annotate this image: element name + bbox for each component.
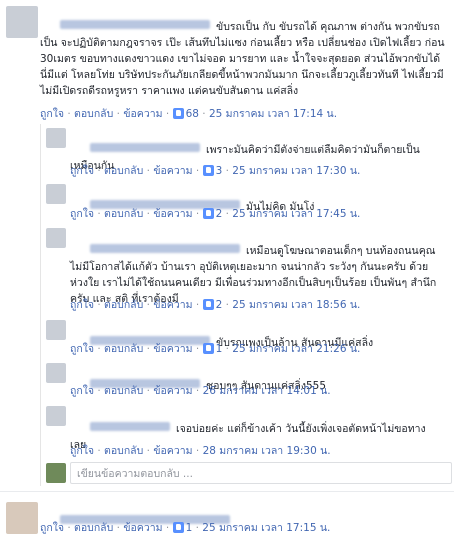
reply-link[interactable]: ตอบกลับ xyxy=(104,299,143,311)
divider xyxy=(0,491,454,492)
comment-text: ขับรถเป็น กับ ขับรถได้ คุณภาพ ต่างกัน พว… xyxy=(40,20,448,97)
like-link[interactable]: ถูกใจ xyxy=(70,299,94,311)
comment-actions: ถูกใจ · ตอบกลับ · ข้อความ · 3 · 25 มกราค… xyxy=(70,165,361,177)
edit-link[interactable]: ข้อความ xyxy=(123,108,162,120)
like-count[interactable]: 68 xyxy=(186,108,199,120)
avatar[interactable] xyxy=(46,320,66,340)
commenter-name[interactable] xyxy=(60,20,211,29)
comment-actions: ถูกใจ · ตอบกลับ · ข้อความ · 68 · 25 มกรา… xyxy=(40,108,338,120)
edit-link[interactable]: ข้อความ xyxy=(153,165,192,177)
comment-actions: ถูกใจ · ตอบกลับ · ข้อความ · 2 · 25 มกราค… xyxy=(70,208,361,220)
timestamp[interactable]: 25 มกราคม เวลา 18:56 น. xyxy=(232,299,360,311)
avatar[interactable] xyxy=(6,502,38,534)
like-icon xyxy=(202,165,214,176)
avatar[interactable] xyxy=(6,6,38,38)
commenter-name[interactable] xyxy=(90,422,171,431)
like-link[interactable]: ถูกใจ xyxy=(70,445,94,457)
timestamp[interactable]: 28 มกราคม เวลา 19:30 น. xyxy=(203,445,331,457)
timestamp[interactable]: 25 มกราคม เวลา 17:30 น. xyxy=(232,165,360,177)
like-count[interactable]: 2 xyxy=(216,299,223,311)
comment-text: เจอบ่อยค่ะ แต่ก็ข้างเค้า วันนี้ยังเพิ่งเ… xyxy=(70,422,426,451)
like-link[interactable]: ถูกใจ xyxy=(70,165,94,177)
like-count[interactable]: 2 xyxy=(216,208,223,220)
comment-item: ขับรถเป็น กับ ขับรถได้ คุณภาพ ต่างกัน พว… xyxy=(0,0,454,124)
like-count[interactable]: 1 xyxy=(186,522,193,534)
timestamp[interactable]: 26 มกราคม เวลา 14:01 น. xyxy=(203,385,331,397)
comment-actions: ถูกใจ · ตอบกลับ · ข้อความ · 1 · 25 มกราค… xyxy=(70,343,361,355)
avatar[interactable] xyxy=(46,184,66,204)
like-icon xyxy=(172,522,184,533)
reply-link[interactable]: ตอบกลับ xyxy=(104,208,143,220)
like-link[interactable]: ถูกใจ xyxy=(70,208,94,220)
reply-link[interactable]: ตอบกลับ xyxy=(74,522,113,534)
timestamp[interactable]: 25 มกราคม เวลา 17:15 น. xyxy=(202,522,330,534)
timestamp[interactable]: 25 มกราคม เวลา 17:45 น. xyxy=(232,208,360,220)
edit-link[interactable]: ข้อความ xyxy=(153,385,192,397)
timestamp[interactable]: 25 มกราคม เวลา 21:26 น. xyxy=(232,343,360,355)
edit-link[interactable]: ข้อความ xyxy=(153,343,192,355)
like-icon xyxy=(202,208,214,219)
commenter-name[interactable] xyxy=(90,143,201,152)
edit-link[interactable]: ข้อความ xyxy=(153,208,192,220)
comment-actions: ถูกใจ · ตอบกลับ · ข้อความ · 26 มกราคม เว… xyxy=(70,385,331,397)
like-link[interactable]: ถูกใจ xyxy=(70,343,94,355)
avatar[interactable] xyxy=(46,128,66,148)
edit-link[interactable]: ข้อความ xyxy=(153,445,192,457)
reply-link[interactable]: ตอบกลับ xyxy=(74,108,113,120)
like-link[interactable]: ถูกใจ xyxy=(70,385,94,397)
reply-link[interactable]: ตอบกลับ xyxy=(104,165,143,177)
like-icon xyxy=(202,299,214,310)
reply-item: เพราะมันคิดว่ามีตังจ่ายแต่ลืมคิดว่ามันก็… xyxy=(0,124,454,180)
timestamp[interactable]: 25 มกราคม เวลา 17:14 น. xyxy=(209,108,337,120)
reply-item: มันไม่คิด มันโง่ ถูกใจ · ตอบกลับ · ข้อคว… xyxy=(0,180,454,224)
avatar[interactable] xyxy=(46,406,66,426)
reply-item: ชอบๆๆ สันดานแค่สลิ่ง555 ถูกใจ · ตอบกลับ … xyxy=(0,360,454,402)
comment-actions: ถูกใจ · ตอบกลับ · ข้อความ · 1 · 25 มกราค… xyxy=(40,522,331,534)
avatar[interactable] xyxy=(46,228,66,248)
comment-actions: ถูกใจ · ตอบกลับ · ข้อความ · 28 มกราคม เว… xyxy=(70,445,331,457)
like-count[interactable]: 1 xyxy=(216,343,223,355)
reply-link[interactable]: ตอบกลับ xyxy=(104,385,143,397)
avatar[interactable] xyxy=(46,363,66,383)
reply-link[interactable]: ตอบกลับ xyxy=(104,343,143,355)
edit-link[interactable]: ข้อความ xyxy=(123,522,162,534)
reply-input[interactable]: เขียนข้อความตอบกลับ ... xyxy=(70,462,452,484)
like-link[interactable]: ถูกใจ xyxy=(40,522,64,534)
reply-link[interactable]: ตอบกลับ xyxy=(104,445,143,457)
reply-item: เจอบ่อยค่ะ แต่ก็ข้างเค้า วันนี้ยังเพิ่งเ… xyxy=(0,402,454,460)
comment-item: ถูกใจ · ตอบกลับ · ข้อความ · 1 · 25 มกราค… xyxy=(0,494,454,544)
like-icon xyxy=(202,343,214,354)
reply-item: เหมือนดูโฆษณาตอนเด็กๆ บนท้องถนนคุณไม่มีโ… xyxy=(0,224,454,316)
reply-item: ขับรถแพงเป็นล้าน สันดานมีแค่สลิ่ง ถูกใจ … xyxy=(0,316,454,360)
like-link[interactable]: ถูกใจ xyxy=(40,108,64,120)
comment-actions: ถูกใจ · ตอบกลับ · ข้อความ · 2 · 25 มกราค… xyxy=(70,299,361,311)
like-icon xyxy=(172,108,184,119)
like-count[interactable]: 3 xyxy=(216,165,223,177)
comment-thread: ขับรถเป็น กับ ขับรถได้ คุณภาพ ต่างกัน พว… xyxy=(0,0,454,544)
my-avatar xyxy=(46,463,66,483)
commenter-name[interactable] xyxy=(90,244,241,253)
edit-link[interactable]: ข้อความ xyxy=(153,299,192,311)
